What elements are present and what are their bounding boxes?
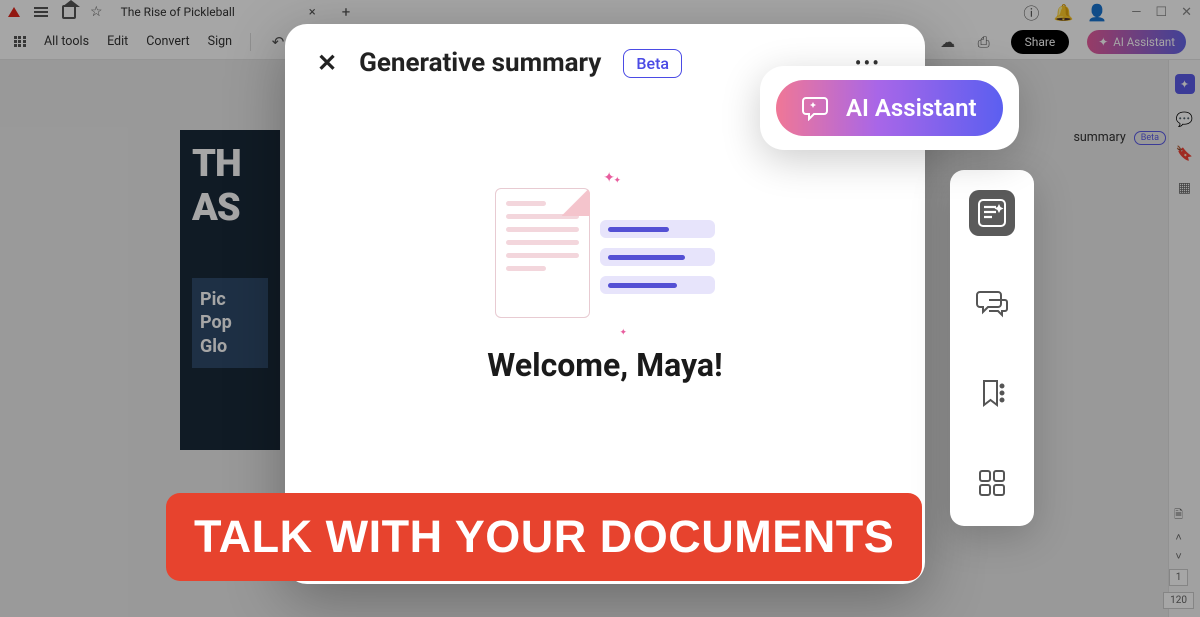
convert-button[interactable]: Convert	[146, 34, 189, 49]
home-icon[interactable]	[62, 5, 76, 19]
tab-close-icon[interactable]: ×	[309, 5, 316, 20]
doc-icon[interactable]: 🗎	[1174, 506, 1183, 525]
rail-thumbnails-icon[interactable]	[969, 460, 1015, 506]
menu-icon[interactable]	[34, 7, 48, 17]
quick-tools-rail	[950, 170, 1034, 526]
doc-band-1: Pic	[200, 288, 260, 311]
doc-heading-line1: TH	[192, 142, 268, 186]
ai-assistant-label: AI Assistant	[846, 94, 977, 122]
all-tools-button[interactable]: All tools	[44, 34, 89, 49]
beta-badge: Beta	[1134, 131, 1166, 145]
sidebar-chat-icon[interactable]: 💬	[1176, 112, 1193, 128]
separator	[250, 33, 251, 51]
rail-chat-icon[interactable]	[969, 280, 1015, 326]
doc-band-3: Glo	[200, 335, 260, 358]
sidebar-ai-icon[interactable]: ✦	[1175, 74, 1195, 94]
edit-button[interactable]: Edit	[107, 34, 128, 49]
doc-heading-line2: AS	[192, 186, 268, 230]
page-up-icon[interactable]: ˄	[1175, 531, 1181, 544]
promo-banner: TALK WITH YOUR DOCUMENTS	[166, 493, 922, 581]
close-icon[interactable]: ✕	[317, 49, 337, 77]
zoom-level[interactable]: 120	[1163, 592, 1194, 609]
rail-bookmark-icon[interactable]	[969, 370, 1015, 416]
cloud-icon[interactable]: ☁	[939, 33, 957, 51]
beta-badge: Beta	[623, 49, 682, 78]
page-down-icon[interactable]: ˅	[1175, 550, 1181, 563]
ai-assistant-toolbar-button[interactable]: ✦ AI Assistant	[1087, 30, 1186, 54]
panel-title: Generative summary	[359, 48, 601, 78]
page-controls: 🗎 ˄ ˅ 1 120	[1163, 506, 1194, 609]
avatar-icon[interactable]: 👤	[1087, 3, 1107, 22]
tab-title[interactable]: The Rise of Pickleball	[121, 5, 235, 19]
welcome-heading: Welcome, Maya!	[487, 346, 722, 384]
summary-card-icon	[600, 220, 715, 304]
sparkle-icon: ✦	[1098, 35, 1108, 49]
apps-grid-icon[interactable]	[14, 36, 26, 48]
page-number-input[interactable]: 1	[1169, 569, 1189, 586]
help-icon[interactable]: ⓘ	[1023, 0, 1039, 24]
app-logo-icon	[8, 7, 20, 17]
rail-summary-icon[interactable]	[969, 190, 1015, 236]
sparkle-icon: ✦	[619, 328, 627, 338]
page-card-icon	[495, 188, 590, 318]
print-icon[interactable]: ⎙	[975, 33, 993, 51]
window-close-icon[interactable]: ✕	[1181, 5, 1192, 20]
ai-assistant-callout: AI Assistant	[760, 66, 1019, 150]
sidebar-bookmark-icon[interactable]: 🔖	[1176, 146, 1193, 162]
new-tab-icon[interactable]: +	[342, 3, 351, 21]
bell-icon[interactable]: 🔔	[1053, 3, 1073, 22]
summary-illustration: ✦ ✦ ✦	[495, 188, 715, 318]
summary-label: summary	[1073, 130, 1125, 145]
share-button[interactable]: Share	[1011, 30, 1070, 54]
ai-assistant-label: AI Assistant	[1113, 35, 1175, 49]
ai-assistant-button[interactable]: AI Assistant	[776, 80, 1003, 136]
sparkle-icon: ✦	[613, 176, 621, 186]
summary-strip: summary Beta	[1073, 130, 1166, 145]
chat-sparkle-icon	[802, 95, 832, 121]
star-icon[interactable]: ☆	[90, 4, 103, 20]
titlebar: ☆ The Rise of Pickleball × + ⓘ 🔔 👤 — ☐ ✕	[0, 0, 1200, 24]
window-maximize-icon[interactable]: ☐	[1155, 5, 1167, 20]
window-minimize-icon[interactable]: —	[1131, 5, 1141, 20]
doc-band-2: Pop	[200, 311, 260, 334]
sidebar-grid-icon[interactable]: ▦	[1178, 180, 1191, 196]
sign-button[interactable]: Sign	[208, 34, 232, 49]
